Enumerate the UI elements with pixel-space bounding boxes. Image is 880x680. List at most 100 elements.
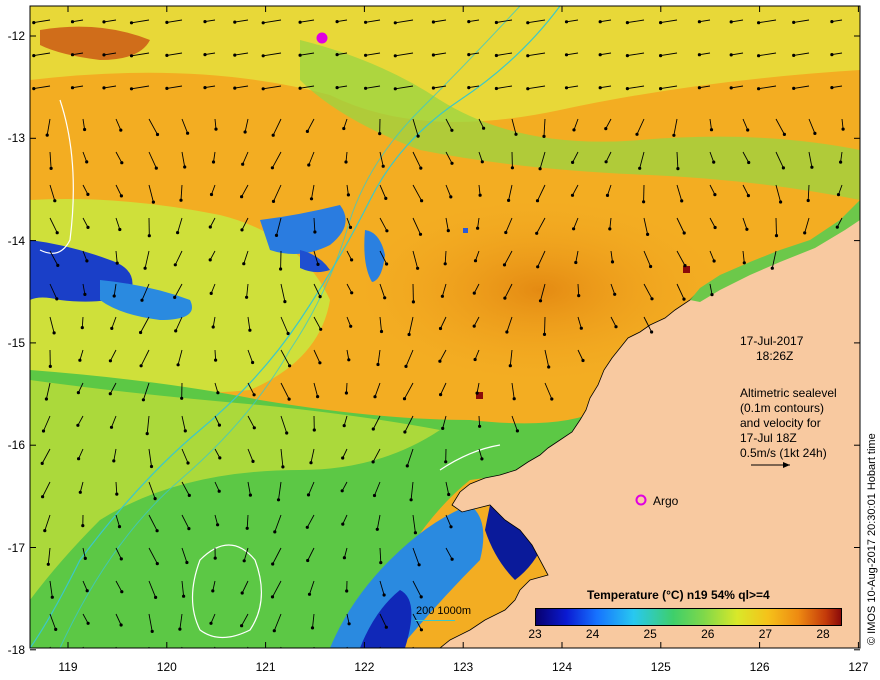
velocity-arrow-head [393, 87, 397, 91]
velocity-arrow-head [830, 20, 834, 24]
velocity-arrow-head [349, 324, 353, 328]
velocity-arrow-head [535, 231, 539, 235]
y-axis-label: -16 [7, 438, 25, 453]
velocity-arrow-head [393, 54, 397, 58]
velocity-arrow-head [431, 86, 435, 90]
colorbar-tick-label: 28 [816, 627, 830, 641]
velocity-arrow-head [139, 364, 143, 368]
velocity-arrow-head [473, 259, 478, 263]
velocity-arrow-head [182, 594, 186, 598]
velocity-arrow [313, 646, 315, 648]
velocity-arrow-head [613, 292, 617, 296]
sst-hot-spot [683, 266, 690, 273]
velocity-arrow-head [407, 332, 411, 337]
velocity-arrow-head [298, 86, 302, 90]
velocity-arrow-head [712, 160, 716, 164]
velocity-arrow-head [480, 160, 484, 164]
velocity-arrow-head [346, 193, 350, 197]
velocity-arrow-head [813, 131, 817, 135]
velocity-arrow-head [208, 258, 212, 262]
velocity-arrow-head [682, 231, 686, 235]
velocity-arrow-head [649, 264, 653, 269]
velocity-arrow-head [350, 291, 354, 295]
velocity-arrow-head [447, 492, 451, 497]
velocity-arrow-head [379, 329, 384, 334]
colorbar-tick-label: 25 [643, 627, 657, 641]
velocity-arrow-head [335, 53, 339, 57]
velocity-arrow-head [646, 232, 650, 236]
velocity-arrow-head [443, 262, 447, 266]
velocity-arrow-head [419, 595, 423, 599]
velocity-arrow-head [208, 225, 212, 229]
velocity-arrow-head [179, 198, 183, 202]
velocity-arrow-head [155, 529, 159, 533]
velocity-arrow-head [373, 395, 377, 399]
velocity-arrow-head [240, 624, 244, 628]
velocity-arrow-head [140, 298, 144, 302]
velocity-arrow-head [605, 193, 610, 197]
velocity-arrow-head [579, 326, 583, 330]
velocity-arrow-head [450, 557, 454, 561]
velocity-arrow-head [538, 299, 543, 303]
velocity-arrow-head [242, 262, 246, 266]
velocity-arrow-head [472, 291, 476, 295]
velocity-arrow-head [542, 134, 546, 138]
velocity-arrow-head [347, 622, 351, 626]
velocity-arrow-head [83, 556, 87, 561]
velocity-arrow-head [53, 199, 57, 203]
velocity-arrow-head [625, 54, 630, 58]
velocity-arrow-head [342, 126, 346, 131]
velocity-arrow-head [577, 294, 581, 298]
velocity-arrow-head [251, 360, 255, 365]
velocity-arrow-head [372, 493, 377, 498]
velocity-arrow-head [572, 128, 576, 132]
velocity-arrow-head [505, 330, 509, 334]
velocity-arrow-head [385, 262, 389, 266]
velocity-arrow-head [782, 132, 787, 136]
velocity-arrow-head [305, 129, 309, 133]
velocity-arrow-head [514, 132, 518, 136]
velocity-arrow-head [473, 357, 477, 362]
velocity-arrow-head [185, 560, 189, 565]
velocity-arrow-head [129, 87, 134, 91]
velocity-arrow-head [305, 525, 309, 529]
velocity-arrow [775, 217, 777, 236]
bathymetry-scale-line [415, 620, 455, 621]
velocity-arrow-head [841, 127, 845, 131]
velocity-arrow-head [441, 426, 445, 430]
velocity-arrow-head [417, 563, 421, 567]
velocity-arrow-head [570, 193, 575, 197]
velocity-arrow-head [286, 331, 290, 336]
velocity-arrow-head [438, 326, 443, 331]
velocity-arrow-head [502, 263, 507, 267]
velocity-arrow-head [261, 54, 265, 58]
velocity-arrow-head [757, 54, 761, 58]
velocity-arrow-head [348, 225, 353, 229]
velocity-arrow-head [50, 595, 54, 599]
velocity-arrow-head [183, 165, 187, 169]
velocity-arrow-head [76, 391, 80, 395]
velocity-arrow-head [418, 662, 421, 665]
velocity-arrow-head [48, 364, 52, 368]
velocity-arrow-head [147, 234, 151, 238]
velocity-arrow-head [672, 133, 676, 137]
velocity-arrow-head [416, 134, 420, 138]
x-axis-label: 122 [354, 660, 375, 674]
velocity-arrow-head [635, 132, 639, 136]
info-line: and velocity for [740, 416, 821, 430]
velocity-arrow-head [729, 86, 733, 90]
velocity-arrow-head [307, 592, 312, 596]
velocity-arrow-head [32, 21, 36, 25]
velocity-arrow-head [382, 593, 386, 597]
velocity-arrow-head [240, 228, 244, 232]
velocity-arrow-head [102, 53, 106, 57]
velocity-arrow-head [70, 53, 75, 57]
velocity-arrow-head [187, 493, 191, 497]
x-axis-label: 123 [453, 660, 474, 674]
velocity-arrow-head [120, 161, 124, 165]
velocity-arrow-head [747, 160, 751, 165]
velocity-arrow-head [713, 193, 717, 197]
velocity-arrow-head [574, 260, 578, 265]
velocity-arrow-head [418, 232, 423, 236]
velocity-arrow-head [178, 627, 182, 631]
